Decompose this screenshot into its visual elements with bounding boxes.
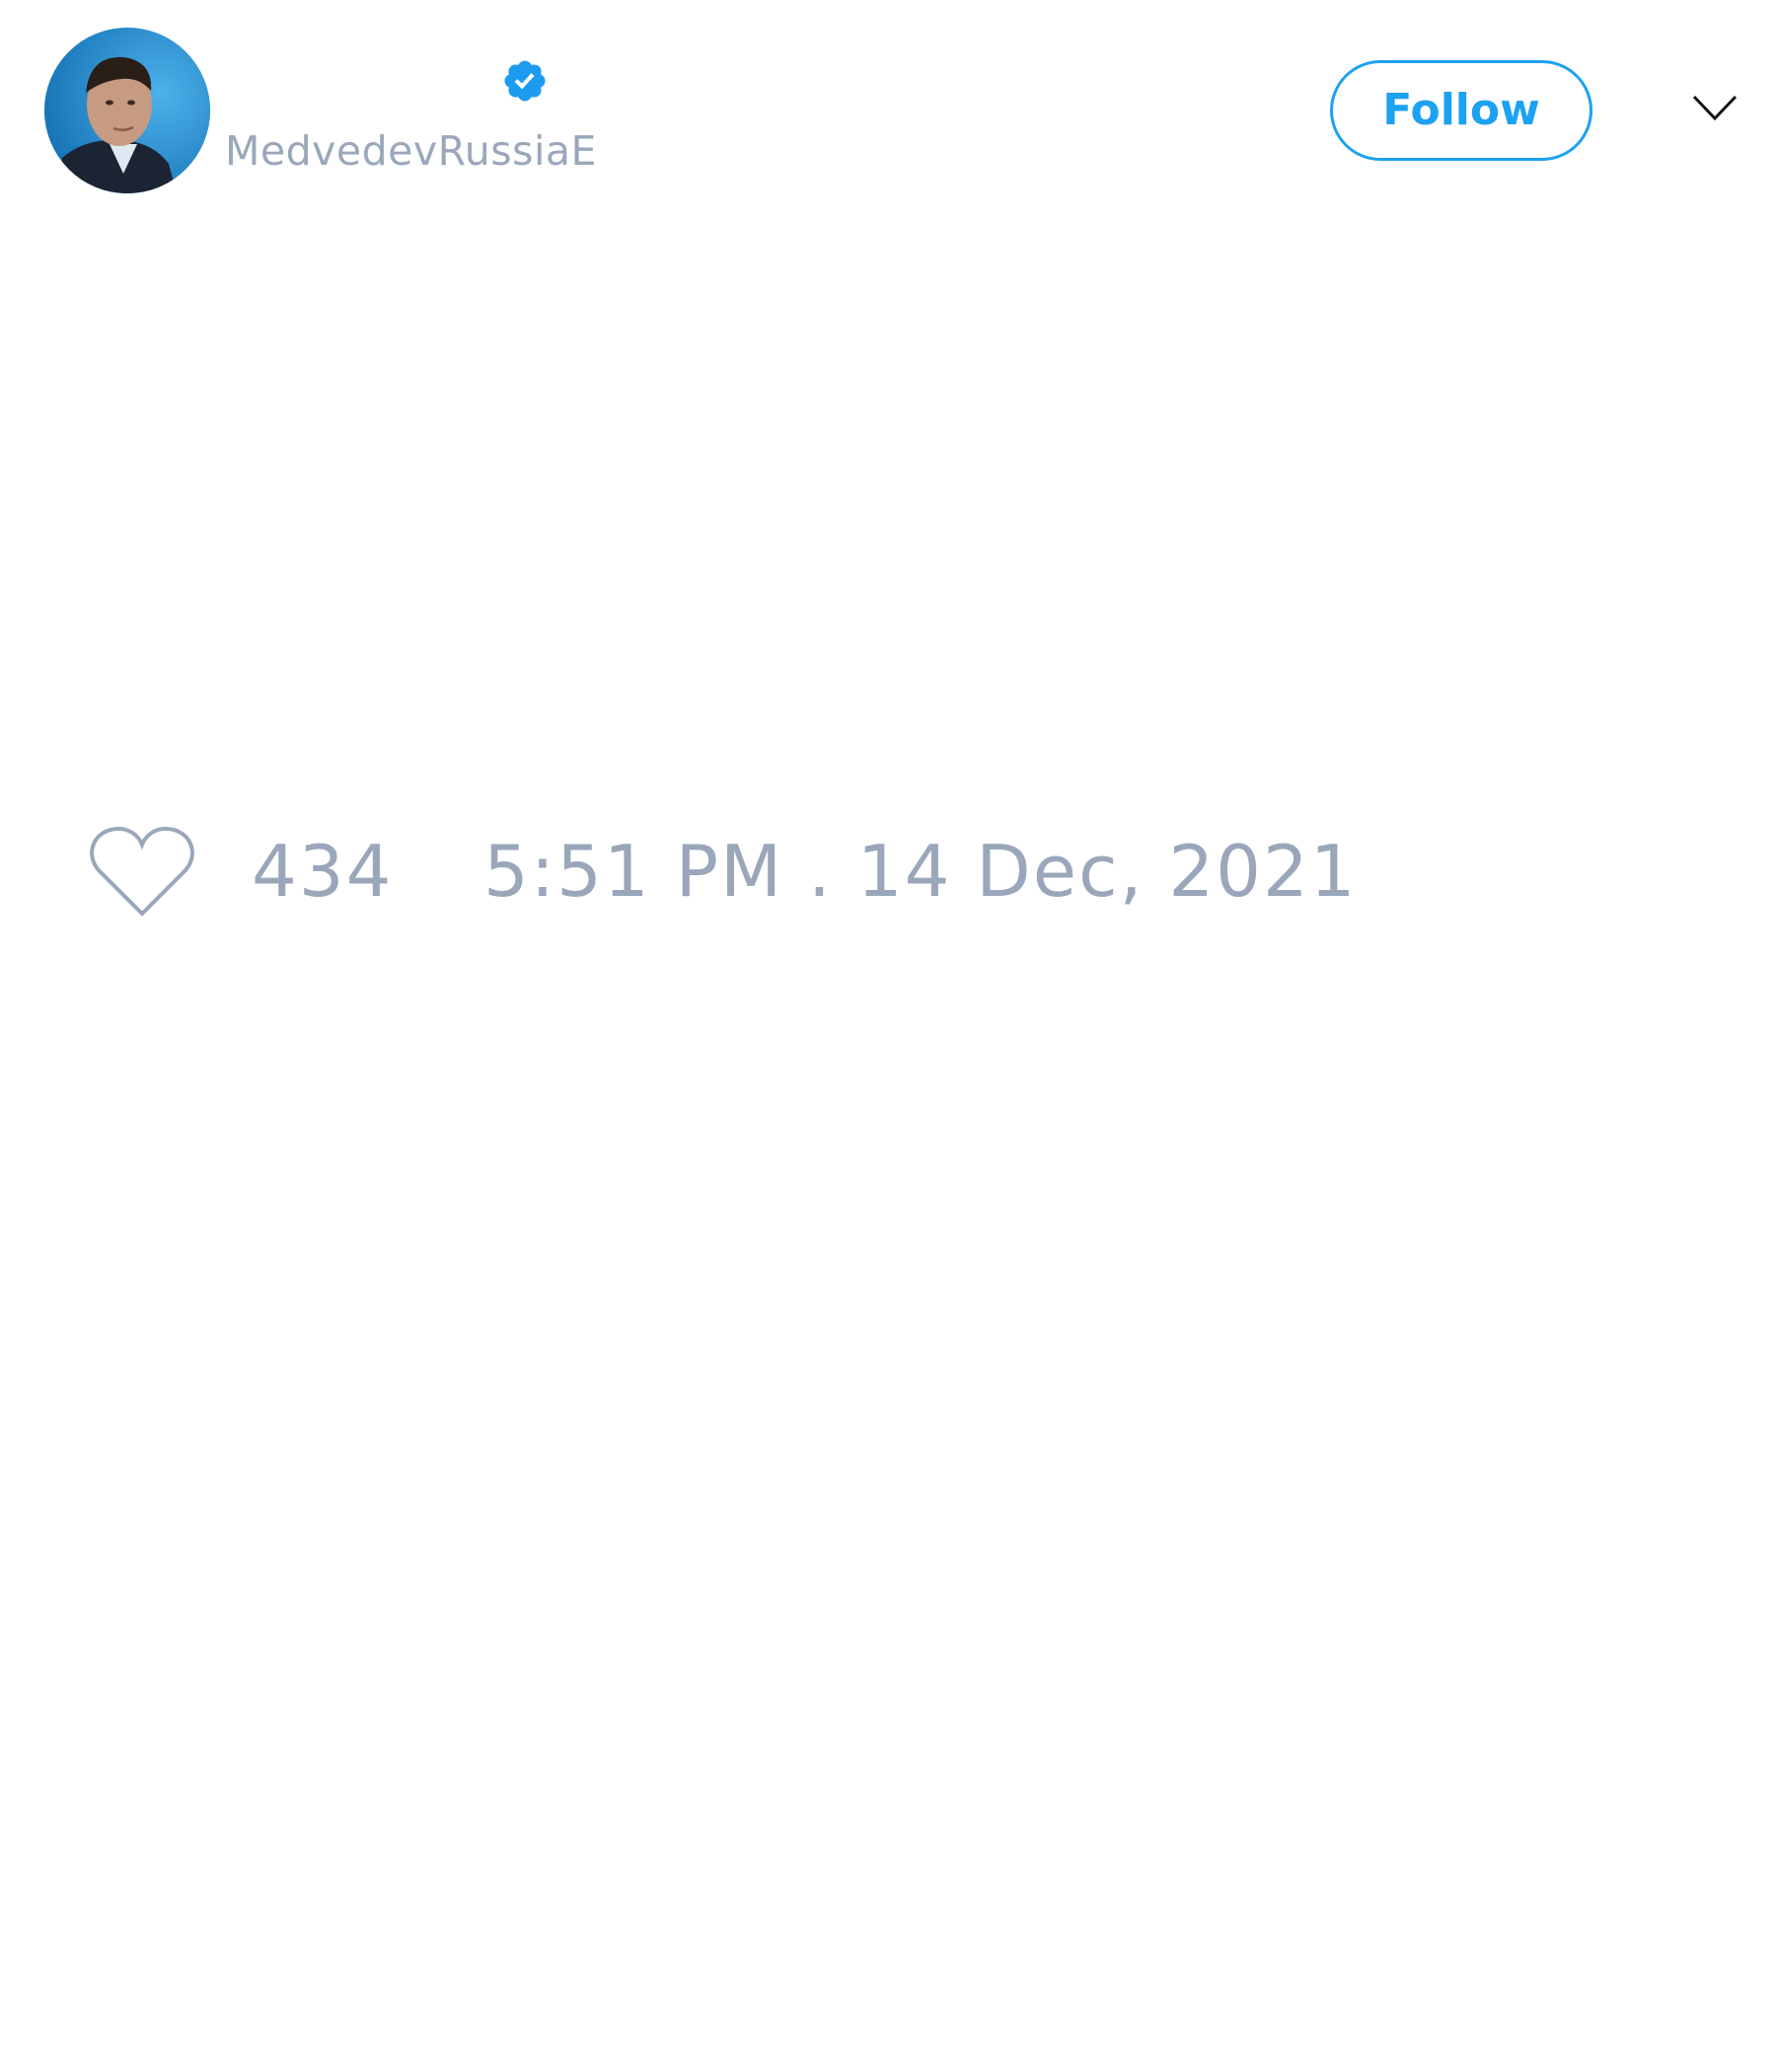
tweet-timestamp[interactable]: 5:51 PM . 14 Dec, 2021 bbox=[483, 829, 1358, 914]
heart-outline-icon[interactable] bbox=[89, 825, 195, 920]
avatar[interactable] bbox=[44, 28, 210, 193]
chevron-down-icon[interactable] bbox=[1691, 91, 1739, 124]
like-count: 434 bbox=[252, 830, 394, 913]
verified-badge-icon bbox=[504, 60, 546, 102]
follow-button[interactable]: Follow bbox=[1330, 60, 1592, 161]
avatar-photo bbox=[44, 28, 210, 193]
user-handle[interactable]: MedvedevRussiaE bbox=[225, 126, 597, 176]
